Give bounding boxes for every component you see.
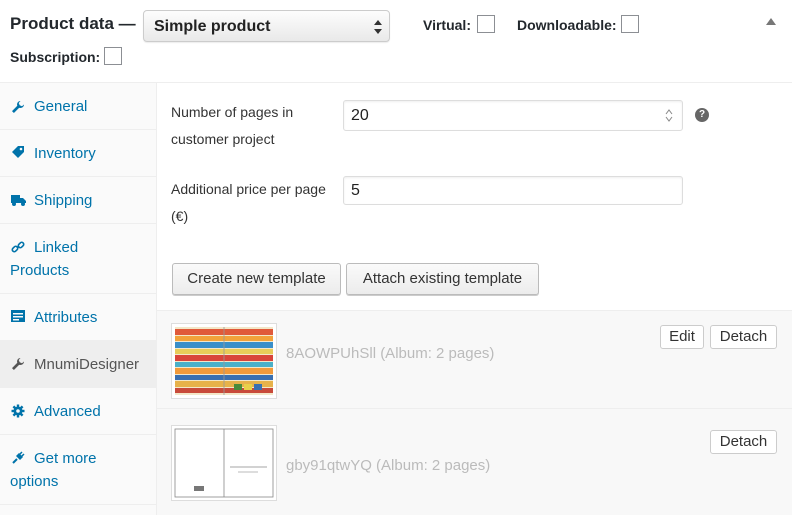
mnumidesigner-panel: Number of pages in customer project 20 ?… [157,83,792,515]
product-data-tabs: General Inventory Shipping Linked Produc… [0,83,157,515]
tab-shipping[interactable]: Shipping [0,177,156,224]
gear-icon [11,404,25,418]
product-type-select[interactable]: Simple product [143,10,390,42]
downloadable-label: Downloadable: [517,17,617,33]
tab-attributes[interactable]: Attributes [0,294,156,341]
tab-label: Advanced [34,403,101,420]
tab-advanced[interactable]: Advanced [0,388,156,435]
template-name: gby91qtwYQ (Album: 2 pages) [286,457,491,474]
tab-label: Attributes [34,309,98,326]
tab-label: Shipping [34,192,93,209]
product-type-value: Simple product [154,18,271,35]
product-data-header: Product data — Simple product Virtual: D… [0,0,792,83]
pages-field-label: Number of pages in customer project [171,104,294,147]
help-tip-icon[interactable]: ? [695,108,709,122]
tab-label: General [34,98,88,115]
list-icon [11,309,25,323]
price-value: 5 [351,182,360,199]
tab-inventory[interactable]: Inventory [0,130,156,177]
pages-number-input[interactable]: 20 [343,100,683,131]
tab-label: MnumiDesigner [34,356,140,373]
create-new-template-button[interactable]: Create new template [172,263,341,295]
template-thumbnail [171,323,277,399]
tag-icon [11,145,25,159]
template-thumbnail [171,425,277,501]
select-arrows-icon [374,20,382,34]
downloadable-checkbox[interactable] [621,15,639,33]
detach-template-button[interactable]: Detach [710,325,777,349]
price-field-label: Additional price per page (€) [171,181,326,224]
tab-label: Get more options [10,450,97,490]
attach-existing-template-button[interactable]: Attach existing template [346,263,539,295]
template-row: gby91qtwYQ (Album: 2 pages) Detach [157,409,792,515]
subscription-checkbox[interactable] [104,47,122,65]
number-stepper-icon[interactable] [665,108,673,123]
pages-value: 20 [351,107,369,124]
product-data-title: Product data — [10,14,136,33]
tab-general[interactable]: General [0,83,156,130]
tab-linked-products[interactable]: Linked Products [0,224,156,294]
wrench-icon [11,100,25,114]
subscription-label: Subscription: [10,49,101,65]
truck-icon [11,193,26,207]
price-per-page-input[interactable]: 5 [343,176,683,205]
tab-label: Inventory [34,145,96,162]
virtual-label: Virtual: [423,17,471,33]
tab-get-more-options[interactable]: Get more options [0,435,156,505]
virtual-checkbox[interactable] [477,15,495,33]
template-row: 8AOWPUhSll (Album: 2 pages) Edit Detach [157,311,792,408]
wrench-icon [11,357,25,371]
edit-template-button[interactable]: Edit [660,325,704,349]
template-name: 8AOWPUhSll (Album: 2 pages) [286,345,495,362]
collapse-toggle-icon[interactable] [766,18,776,25]
detach-template-button[interactable]: Detach [710,430,777,454]
tab-mnumidesigner[interactable]: MnumiDesigner [0,341,156,388]
tab-label: Linked Products [10,239,79,279]
